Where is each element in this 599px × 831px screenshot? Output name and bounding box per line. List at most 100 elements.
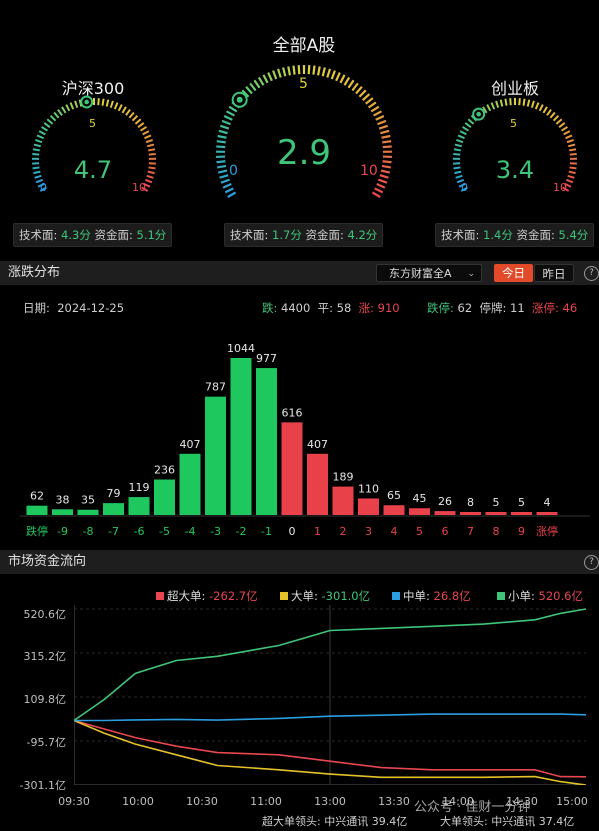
gauge-tick: [490, 102, 496, 110]
gauge-tick: [534, 102, 540, 110]
tab-today[interactable]: 今日: [494, 264, 533, 282]
flow-legend: 超大单: -262.7亿: [156, 588, 258, 604]
legend-swatch: [156, 592, 164, 600]
gauge-tick: [453, 148, 462, 152]
category-label: -2: [236, 525, 247, 538]
distribution-bar: [52, 509, 73, 515]
source-select-value: 东方财富全A: [389, 267, 452, 280]
category-label: 0: [289, 525, 296, 538]
distribution-bar: [332, 486, 354, 515]
fund-label: 资金面:: [94, 228, 133, 242]
distribution-bar: [154, 479, 175, 515]
gauge-tick: [125, 108, 131, 116]
bar-value-label: 407: [307, 438, 328, 451]
gauge-tick: [343, 76, 351, 86]
gauge-tick: [217, 169, 228, 174]
gauge-tick: [361, 93, 371, 101]
gauge-tick: [225, 110, 235, 117]
gauge-tick: [282, 67, 287, 77]
limit-stat: 跌停: 62 停牌: 11 涨停: 46: [427, 300, 577, 316]
counts-stat: 跌: 4400 平: 58 涨: 910: [262, 300, 400, 316]
section-title: 涨跌分布: [8, 265, 61, 280]
footer-value: 中兴通讯 37.4亿: [491, 815, 575, 828]
gauge-tick: [538, 104, 544, 112]
gauge-min-label: 0: [229, 163, 238, 179]
gauge-tick: [568, 143, 576, 148]
gauge-tick: [382, 140, 392, 144]
gauge-min-label: 0: [461, 181, 468, 194]
gauge-tick: [297, 65, 301, 75]
gauge-tick: [566, 138, 574, 144]
gauge-tick: [317, 66, 321, 76]
gauge-tick: [560, 126, 568, 132]
gauge-tick: [377, 178, 388, 184]
gauge-tick: [97, 98, 100, 106]
bar-value-label: 5: [493, 496, 500, 509]
distribution-bar: [409, 508, 430, 515]
tab-yesterday[interactable]: 昨日: [534, 264, 574, 282]
gauge-tick: [277, 68, 282, 78]
bar-value-label: 977: [256, 352, 277, 365]
gauge-tick: [146, 174, 154, 179]
bar-value-label: 787: [205, 381, 226, 394]
source-select[interactable]: 东方财富全A ⌄: [376, 264, 482, 282]
gauge-tick: [569, 166, 577, 170]
gauge-tick: [49, 115, 57, 122]
gauge-tick: [509, 98, 512, 106]
gauge-tick: [117, 104, 123, 112]
help-icon[interactable]: ?: [584, 266, 599, 281]
y-tick-label: -301.1亿: [19, 779, 66, 792]
distribution-header: 涨跌分布 东方财富全A ⌄ 今日 昨日 ?: [0, 261, 599, 285]
gauge-tick: [253, 79, 261, 89]
gauge-tick: [382, 160, 392, 164]
gauge-tick: [142, 130, 150, 136]
gauge-max-label: 10: [132, 181, 146, 194]
legend-swatch: [497, 592, 505, 600]
category-label: 2: [340, 525, 347, 538]
legend-value: 520.6亿: [538, 589, 583, 603]
fund-score: 5.1分: [136, 228, 167, 242]
flow-legend: 大单: -301.0亿: [280, 588, 370, 604]
gauge-tick: [371, 191, 381, 198]
gauge-tick: [375, 115, 385, 121]
gauge-tick: [217, 164, 227, 169]
rise-label: 涨:: [358, 301, 374, 315]
gauge-tick: [219, 174, 229, 179]
gauge-tick: [569, 153, 577, 156]
bar-value-label: 45: [413, 492, 427, 505]
gauge-tick: [57, 108, 63, 116]
fund-score: 5.4分: [558, 228, 589, 242]
help-icon[interactable]: ?: [584, 555, 599, 570]
gauge-tick: [367, 101, 377, 109]
gauge-pointer-dot: [84, 99, 89, 105]
gauge-tick: [307, 65, 311, 75]
date-value: 2024-12-25: [57, 301, 125, 315]
gauge-tick: [148, 166, 156, 170]
gauge-tick: [373, 110, 383, 117]
distribution-bar: [179, 453, 201, 515]
y-tick-label: 315.2亿: [23, 650, 67, 663]
gauge-tick: [355, 86, 363, 95]
x-tick-label: 09:30: [58, 795, 90, 808]
gauge-tick: [221, 119, 231, 126]
x-tick-label: 15:00: [556, 795, 588, 808]
tech-score: 4.3分: [61, 228, 91, 242]
gauge-tick: [147, 170, 155, 175]
gauge-tick: [380, 169, 391, 174]
gauge-tick: [36, 134, 44, 140]
gauge-tick: [530, 100, 535, 108]
distribution-bar: [511, 512, 532, 515]
gauge-tick: [69, 102, 75, 110]
gauge-tick: [555, 118, 563, 125]
gauge-mid-label: 5: [510, 117, 517, 130]
gauge-tick: [486, 104, 492, 112]
fund-label: 资金面:: [516, 228, 555, 242]
gauge-tick: [339, 74, 346, 84]
gauge-tick: [453, 166, 461, 170]
distribution-bar: [307, 453, 328, 515]
gauge-tick: [522, 98, 526, 106]
gauge-tick: [147, 148, 156, 152]
gauge-tick: [459, 130, 467, 136]
bar-value-label: 62: [30, 490, 44, 503]
x-tick-label: 13:30: [378, 795, 410, 808]
